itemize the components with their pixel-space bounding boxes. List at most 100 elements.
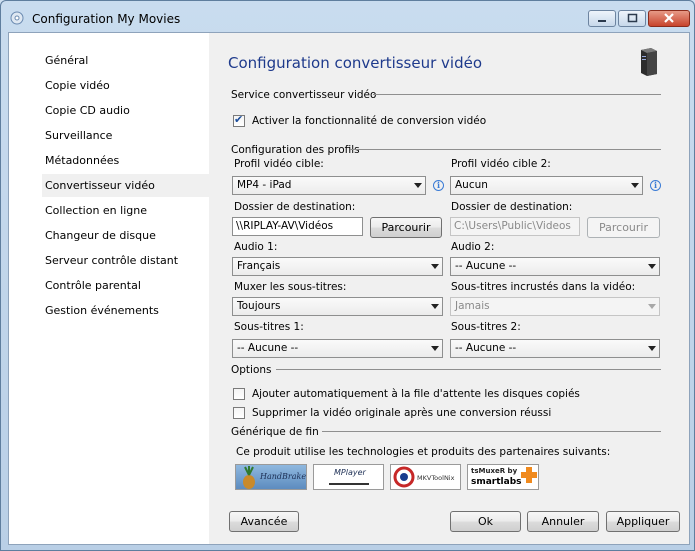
section-divider bbox=[373, 94, 661, 95]
mplayer-logo: MPlayer bbox=[313, 464, 384, 490]
audio2-value: -- Aucune -- bbox=[455, 260, 517, 272]
apply-button[interactable]: Appliquer bbox=[606, 511, 680, 532]
burned-subtitles-select[interactable]: Jamais bbox=[450, 297, 660, 316]
dest1-browse-button[interactable]: Parcourir bbox=[370, 217, 442, 238]
minimize-button[interactable] bbox=[588, 10, 616, 27]
minimize-icon bbox=[598, 20, 606, 22]
chevron-down-icon bbox=[414, 183, 422, 188]
maximize-icon bbox=[627, 13, 638, 23]
delete-original-checkbox[interactable] bbox=[233, 407, 245, 419]
chevron-down-icon bbox=[648, 346, 656, 351]
sidebar-item-parental-control[interactable]: Contrôle parental bbox=[44, 274, 209, 297]
sidebar-item-remote-server[interactable]: Serveur contrôle distant bbox=[44, 249, 209, 272]
section-divider bbox=[350, 149, 661, 150]
sidebar-item-video-copy[interactable]: Copie vidéo bbox=[44, 74, 209, 97]
sidebar-item-event-management[interactable]: Gestion événements bbox=[44, 299, 209, 322]
service-section-heading: Service convertisseur vidéo bbox=[231, 89, 377, 101]
profile2-select[interactable]: Aucun bbox=[450, 176, 643, 195]
audio2-select[interactable]: -- Aucune -- bbox=[450, 257, 660, 276]
mux-subtitles-value: Toujours bbox=[237, 300, 281, 312]
mux-subtitles-label: Muxer les sous-titres: bbox=[234, 281, 347, 293]
dest2-label: Dossier de destination: bbox=[451, 201, 573, 213]
config-window: Configuration My Movies Général Copie vi… bbox=[0, 0, 695, 551]
audio1-value: Français bbox=[237, 260, 281, 272]
profile2-value: Aucun bbox=[455, 179, 488, 191]
dest2-value: C:\Users\Public\Videos bbox=[454, 220, 571, 232]
sidebar-item-general[interactable]: Général bbox=[44, 49, 209, 72]
title-bar[interactable]: Configuration My Movies bbox=[1, 1, 694, 33]
info-icon[interactable]: i bbox=[433, 180, 444, 191]
dest1-value: \\RIPLAY-AV\Vidéos bbox=[236, 220, 334, 232]
dialog-client: Général Copie vidéo Copie CD audio Surve… bbox=[8, 32, 690, 545]
auto-queue-label: Ajouter automatiquement à la file d'atte… bbox=[252, 388, 580, 400]
smartlabs-plus-icon bbox=[521, 467, 537, 483]
section-divider bbox=[276, 369, 661, 370]
options-section-heading: Options bbox=[231, 364, 272, 376]
chevron-down-icon bbox=[648, 304, 656, 309]
handbrake-logo: HandBrake bbox=[235, 464, 307, 490]
advanced-button[interactable]: Avancée bbox=[229, 511, 299, 532]
ok-button[interactable]: Ok bbox=[450, 511, 521, 532]
enable-conversion-checkbox[interactable]: ✔ bbox=[233, 113, 245, 127]
handbrake-logo-text: HandBrake bbox=[260, 472, 307, 481]
chevron-down-icon bbox=[631, 183, 639, 188]
close-button[interactable] bbox=[648, 10, 690, 27]
profile1-select[interactable]: MP4 - iPad bbox=[232, 176, 426, 195]
mkv-target-icon bbox=[393, 466, 415, 488]
server-icon bbox=[641, 48, 657, 76]
mkvtoolnix-logo: MKVToolNix bbox=[390, 464, 461, 490]
sidebar-item-video-converter[interactable]: Convertisseur vidéo bbox=[42, 174, 209, 197]
subtitles2-value: -- Aucune -- bbox=[455, 342, 517, 354]
dest2-folder-input[interactable]: C:\Users\Public\Videos bbox=[450, 217, 580, 236]
section-divider bbox=[322, 431, 661, 432]
subtitles1-value: -- Aucune -- bbox=[237, 342, 299, 354]
tsmuxer-logo: tsMuxeR by smartlabs bbox=[467, 464, 539, 490]
audio2-label: Audio 2: bbox=[451, 241, 495, 253]
cancel-button[interactable]: Annuler bbox=[527, 511, 599, 532]
sidebar-item-cd-audio-copy[interactable]: Copie CD audio bbox=[44, 99, 209, 122]
pineapple-icon bbox=[243, 466, 255, 489]
enable-conversion-label: Activer la fonctionnalité de conversion … bbox=[252, 115, 487, 127]
check-mark-icon: ✔ bbox=[234, 113, 244, 126]
close-icon bbox=[664, 13, 674, 23]
profile2-label: Profil vidéo cible 2: bbox=[451, 158, 551, 170]
sidebar-item-online-collection[interactable]: Collection en ligne bbox=[44, 199, 209, 222]
app-disc-icon bbox=[10, 11, 24, 25]
subtitles2-select[interactable]: -- Aucune -- bbox=[450, 339, 660, 358]
sidebar-item-disc-changer[interactable]: Changeur de disque bbox=[44, 224, 209, 247]
chevron-down-icon bbox=[648, 264, 656, 269]
audio1-label: Audio 1: bbox=[234, 241, 278, 253]
profiles-section-heading: Configuration des profils bbox=[231, 144, 360, 156]
credits-text: Ce produit utilise les technologies et p… bbox=[236, 446, 611, 458]
delete-original-label: Supprimer la vidéo originale après une c… bbox=[252, 407, 552, 419]
chevron-down-icon bbox=[431, 346, 439, 351]
settings-panel: Configuration convertisseur vidéo Servic… bbox=[209, 33, 689, 544]
chevron-down-icon bbox=[431, 264, 439, 269]
tsmuxer-logo-top-text: tsMuxeR by bbox=[471, 467, 518, 475]
page-title: Configuration convertisseur vidéo bbox=[228, 54, 483, 72]
subtitles1-select[interactable]: -- Aucune -- bbox=[232, 339, 443, 358]
profile1-value: MP4 - iPad bbox=[237, 179, 292, 191]
burned-subtitles-value: Jamais bbox=[455, 300, 490, 312]
mplayer-logo-text: MPlayer bbox=[334, 468, 366, 477]
mkvtoolnix-logo-text: MKVToolNix bbox=[417, 474, 455, 482]
maximize-button[interactable] bbox=[618, 10, 646, 27]
settings-sidebar: Général Copie vidéo Copie CD audio Surve… bbox=[9, 33, 209, 544]
sidebar-item-monitoring[interactable]: Surveillance bbox=[44, 124, 209, 147]
dest1-label: Dossier de destination: bbox=[234, 201, 356, 213]
burned-subtitles-label: Sous-titres incrustés dans la vidéo: bbox=[451, 281, 636, 293]
audio1-select[interactable]: Français bbox=[232, 257, 443, 276]
subtitles1-label: Sous-titres 1: bbox=[234, 321, 304, 333]
dest2-browse-button[interactable]: Parcourir bbox=[587, 217, 660, 238]
profile1-label: Profil vidéo cible: bbox=[234, 158, 324, 170]
chevron-down-icon bbox=[431, 304, 439, 309]
play-icon bbox=[329, 483, 369, 485]
tsmuxer-logo-bottom-text: smartlabs bbox=[471, 477, 522, 487]
window-title: Configuration My Movies bbox=[32, 12, 181, 26]
mux-subtitles-select[interactable]: Toujours bbox=[232, 297, 443, 316]
sidebar-item-metadata[interactable]: Métadonnées bbox=[44, 149, 209, 172]
info-icon[interactable]: i bbox=[650, 180, 661, 191]
dest1-folder-input[interactable]: \\RIPLAY-AV\Vidéos bbox=[232, 217, 363, 236]
credits-section-heading: Générique de fin bbox=[231, 426, 319, 438]
auto-queue-checkbox[interactable] bbox=[233, 388, 245, 400]
